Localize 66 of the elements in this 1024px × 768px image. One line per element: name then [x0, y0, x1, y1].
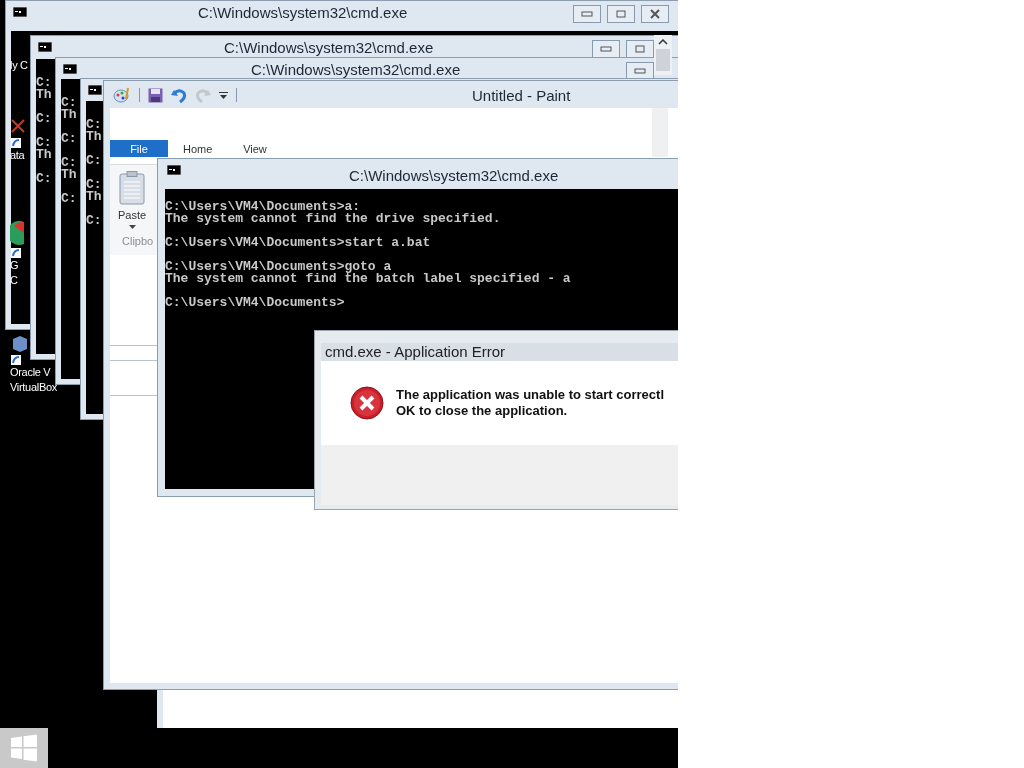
console-line: C: — [61, 97, 77, 109]
paste-button[interactable]: Paste — [118, 171, 147, 229]
console-line: C: — [61, 133, 77, 145]
console-line: The system cannot find the drive specified. — [165, 213, 501, 225]
minimize-icon — [634, 68, 646, 74]
save-icon[interactable] — [148, 87, 163, 103]
console-icon — [63, 64, 77, 74]
error-icon — [350, 386, 384, 420]
console-icon — [167, 165, 181, 175]
minimize-button[interactable] — [592, 40, 620, 58]
icon-label: VirtualBox — [10, 380, 57, 395]
error-message: The application was unable to start correctl — [396, 387, 664, 403]
console-line: C: — [36, 137, 52, 149]
windows-logo-icon — [10, 734, 38, 762]
console-line: C: — [36, 113, 52, 125]
console-icon — [88, 85, 102, 95]
dropdown-icon[interactable] — [219, 90, 228, 100]
close-icon — [650, 9, 660, 19]
group-label: Clipbo — [122, 235, 154, 247]
maximize-icon — [635, 45, 645, 53]
start-button[interactable] — [0, 728, 48, 768]
window-title: C:\Windows\system32\cmd.exe — [198, 4, 408, 21]
console-line: C: — [61, 193, 77, 205]
undo-icon[interactable] — [171, 87, 187, 103]
console-line: C: — [36, 173, 52, 185]
dialog-title: cmd.exe - Application Error — [321, 343, 678, 361]
caret-icon — [128, 225, 136, 229]
window-title: C:\Windows\system32\cmd.exe — [224, 39, 434, 56]
minimize-button[interactable] — [573, 5, 601, 23]
maximize-icon — [616, 10, 626, 18]
console-line: C: — [86, 179, 102, 191]
console-line: C:\Users\VM4\Documents>a: — [165, 201, 361, 213]
console-line: C:\Users\VM4\Documents>goto a — [165, 261, 392, 273]
scrollbar[interactable] — [654, 35, 672, 75]
shortcut-icon[interactable] — [10, 118, 28, 148]
console-line: Th — [61, 169, 77, 181]
console-line: C: — [86, 155, 102, 167]
shortcut-icon[interactable] — [10, 335, 28, 365]
window-title: C:\Windows\system32\cmd.exe — [349, 167, 559, 184]
console-icon — [38, 42, 52, 52]
ribbon-tab[interactable]: File — [110, 140, 168, 157]
console-line: C: — [36, 77, 52, 89]
toolbar-separator — [236, 88, 237, 102]
console-line: The system cannot find the batch label specified - a — [165, 273, 571, 285]
console-line: Th — [86, 191, 102, 203]
palette-icon — [113, 87, 131, 103]
window-title: C:\Windows\system32\cmd.exe — [251, 61, 461, 78]
window-title: Untitled - Paint — [472, 87, 571, 104]
close-button[interactable] — [641, 5, 669, 23]
console-line: C: — [61, 157, 77, 169]
maximize-button[interactable] — [607, 5, 635, 23]
console-line: Th — [36, 89, 52, 101]
minimize-icon — [600, 46, 612, 52]
console-line: C: — [86, 215, 102, 227]
console-line: Th — [61, 109, 77, 121]
console-line: C: — [86, 119, 102, 131]
minimize-icon — [581, 11, 593, 17]
error-message: OK to close the application. — [396, 403, 569, 419]
console-line: C:\Users\VM4\Documents> — [165, 297, 345, 309]
console-line: C:\Users\VM4\Documents>start a.bat — [165, 237, 431, 249]
toolbar-separator — [139, 88, 140, 102]
scrollbar[interactable] — [652, 108, 668, 157]
console-line: Th — [86, 131, 102, 143]
console-icon — [13, 7, 27, 17]
icon-label: Oracle V — [10, 365, 51, 380]
console-line: Th — [36, 149, 52, 161]
